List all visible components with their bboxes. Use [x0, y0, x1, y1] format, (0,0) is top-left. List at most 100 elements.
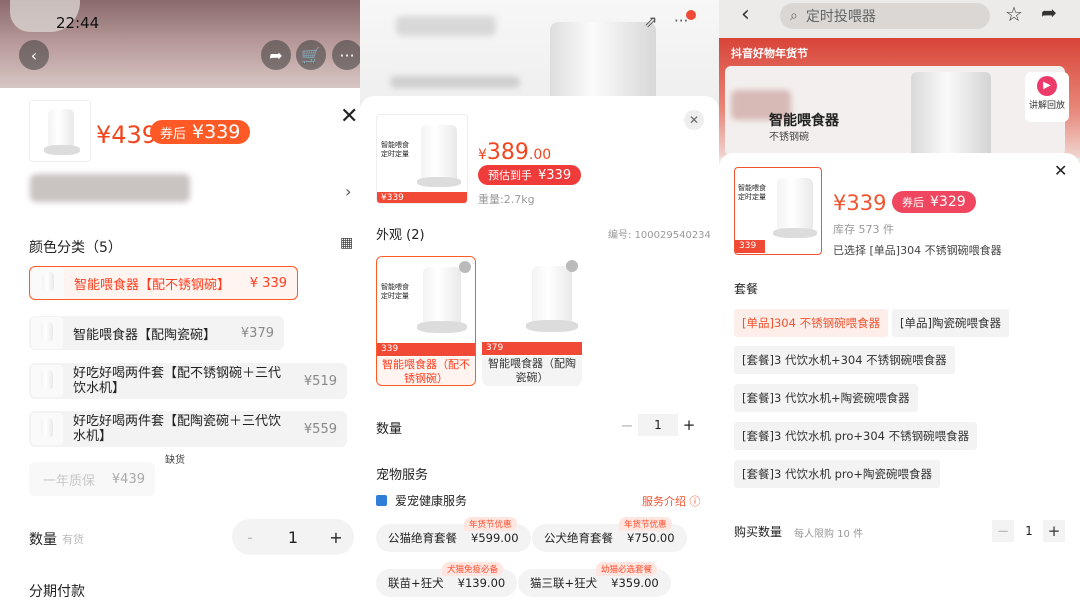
health-service-label: 爱宠健康服务: [395, 494, 468, 508]
grid-view-icon[interactable]: ▦: [340, 235, 353, 251]
warranty-option[interactable]: 一年质保 ¥439: [29, 462, 155, 496]
coupon-price: ¥339: [192, 121, 241, 143]
qty-plus-button[interactable]: +: [678, 416, 700, 434]
package-option[interactable]: [单品]304 不锈钢碗喂食器: [734, 309, 889, 337]
sku-option[interactable]: 智能喂食器【配不锈钢碗】 ¥ 339: [29, 266, 298, 300]
close-button[interactable]: ✕: [1054, 161, 1067, 180]
package-option[interactable]: [套餐]3 代饮水机 pro+陶瓷碗喂食器: [734, 460, 941, 488]
replay-label: 讲解回放: [1028, 101, 1065, 111]
price-int: 389: [486, 140, 529, 165]
share-button[interactable]: ➦: [261, 40, 291, 70]
service-intro-link[interactable]: 服务介绍 ⓘ: [642, 493, 701, 509]
search-input[interactable]: ⌕ 定时投喂器: [780, 3, 990, 29]
service-price: ¥359.00: [611, 576, 659, 590]
close-icon: ✕: [1054, 161, 1068, 180]
package-option[interactable]: [套餐]3 代饮水机 pro+304 不锈钢碗喂食器: [734, 422, 978, 450]
thumb-promo-text: 智能喂食 定时定量: [381, 141, 409, 158]
share-icon: ➦: [269, 45, 283, 65]
appearance-card[interactable]: 379 智能喂食器（配陶瓷碗）: [482, 256, 582, 386]
close-button[interactable]: ✕: [340, 104, 358, 129]
package-option[interactable]: [套餐]3 代饮水机+304 不锈钢碗喂食器: [734, 346, 955, 374]
sku-sheet: ¥439 券后 ¥339 ✕ › 颜色分类（5） ▦ 智能喂食器【配不锈钢碗】 …: [0, 88, 360, 608]
appearance-card[interactable]: 智能喂食 定时定量 339 智能喂食器（配不锈钢碗）: [376, 256, 476, 386]
price-symbol: ¥: [478, 147, 487, 163]
sku-option[interactable]: 智能喂食器【配陶瓷碗】 ¥379: [29, 316, 284, 350]
sku-option[interactable]: 好吃好喝两件套【配陶瓷碗＋三代饮水机】 ¥559: [29, 411, 347, 447]
share-icon[interactable]: ⇗: [644, 12, 657, 31]
close-button[interactable]: ✕: [684, 110, 704, 130]
qty-plus-button[interactable]: +: [1043, 520, 1065, 542]
banner-product-sub: 不锈钢碗: [769, 132, 809, 143]
back-button[interactable]: ‹: [19, 40, 49, 70]
blurred-subtitle: [390, 76, 520, 88]
qty-minus-button[interactable]: −: [616, 416, 638, 435]
price-block: ¥389.00: [478, 140, 551, 165]
service-name: 公犬绝育套餐: [544, 531, 613, 545]
replay-button[interactable]: ▶ 讲解回放: [1025, 72, 1069, 122]
card-price-band: 339: [377, 343, 475, 356]
quantity-label: 数量: [29, 532, 57, 548]
panel-left-sku-sheet: 22:44 ‹ ➦ 🛒 ··· ¥439 券后 ¥339 ✕ › 颜色分类（5）…: [0, 0, 360, 608]
product-thumbnail: [29, 100, 91, 162]
package-option[interactable]: [单品]陶瓷碗喂食器: [892, 309, 1009, 337]
panel-middle-sku-sheet: ⇗ ··· 智能喂食 定时定量 ¥339 ¥389.00 预估到手 ¥339 重量…: [360, 0, 719, 608]
color-section-title: 颜色分类（5）: [29, 240, 122, 256]
more-button[interactable]: ···: [332, 40, 360, 70]
warranty-price: ¥439: [111, 471, 145, 487]
sku-thumb: [32, 267, 64, 299]
coupon-price-badge: 券后 ¥329: [892, 191, 976, 213]
coupon-price-badge: 券后 ¥339: [150, 120, 251, 144]
thumb-price-band: 339: [735, 240, 765, 253]
zoom-icon[interactable]: [566, 260, 578, 272]
search-icon: ⌕: [790, 8, 798, 24]
search-placeholder: 定时投喂器: [805, 9, 876, 25]
sku-sheet: 智能喂食 定时定量 339 ¥339 券后 ¥329 库存 573 件 已选择 […: [719, 153, 1080, 608]
promo-banner: 抖音好物年货节 智能喂食器 不锈钢碗 ▶ 讲解回放: [719, 38, 1080, 158]
product-price: ¥339: [833, 191, 887, 215]
share-icon[interactable]: ➦: [1041, 2, 1057, 24]
sku-option-price: ¥559: [303, 421, 337, 437]
chevron-right-icon[interactable]: ›: [345, 182, 351, 201]
service-tag: 幼猫必选套餐: [596, 562, 658, 576]
product-banner-bg: ⇗ ···: [360, 0, 719, 112]
qty-value[interactable]: 1: [638, 414, 678, 436]
package-option[interactable]: [套餐]3 代饮水机+陶瓷碗喂食器: [734, 384, 918, 412]
star-icon[interactable]: ☆: [1005, 2, 1023, 26]
qty-minus-button[interactable]: −: [992, 520, 1014, 542]
service-price: ¥139.00: [457, 576, 506, 590]
zoom-icon[interactable]: [459, 261, 471, 273]
sku-option[interactable]: 好吃好喝两件套【配不锈钢碗＋三代饮水机】 ¥519: [29, 363, 347, 399]
product-thumbnail: 智能喂食 定时定量 339: [734, 167, 822, 255]
panel-right-sku-sheet: ‹ ⌕ 定时投喂器 ☆ ➦ 抖音好物年货节 智能喂食器 不锈钢碗 ▶ 讲解回放 …: [719, 0, 1080, 608]
card-price-band: 379: [482, 342, 582, 355]
qty-minus-button[interactable]: -: [232, 528, 268, 547]
product-price: ¥439: [96, 121, 158, 149]
package-title: 套餐: [734, 282, 759, 296]
card-promo-text: 智能喂食 定时定量: [381, 283, 409, 300]
banner-feeder-image: [911, 72, 991, 154]
sku-option-label: 智能喂食器【配不锈钢碗】: [74, 277, 231, 293]
back-icon[interactable]: ‹: [741, 2, 750, 27]
health-service-row: 爱宠健康服务: [376, 492, 467, 509]
card-caption: 智能喂食器（配陶瓷碗）: [488, 357, 576, 384]
service-intro-label: 服务介绍: [642, 495, 686, 508]
health-service-icon: [376, 495, 387, 506]
buy-quantity-label: 购买数量: [734, 525, 783, 539]
purchase-limit: 每人限购 10 件: [794, 529, 864, 540]
stock-status: 有货: [62, 533, 84, 546]
cart-button[interactable]: 🛒: [296, 40, 326, 70]
quantity-stepper: - 1 +: [232, 519, 354, 555]
qty-value[interactable]: 1: [1017, 520, 1041, 542]
qty-value[interactable]: 1: [268, 528, 318, 547]
sku-option-price: ¥379: [240, 325, 274, 341]
banner-card: 智能喂食器 不锈钢碗 ▶ 讲解回放: [725, 66, 1069, 156]
banner-text: 抖音好物年货节: [731, 47, 808, 60]
close-icon: ✕: [340, 104, 359, 129]
service-name: 猫三联+狂犬: [530, 576, 598, 590]
weight-text: 重量:2.7kg: [478, 193, 535, 206]
code-value: 100029540234: [634, 230, 711, 241]
status-time: 22:44: [56, 14, 100, 32]
chevron-left-icon: ‹: [30, 45, 38, 65]
qty-plus-button[interactable]: +: [318, 528, 354, 547]
price-currency-holder: ¥439: [96, 121, 157, 149]
